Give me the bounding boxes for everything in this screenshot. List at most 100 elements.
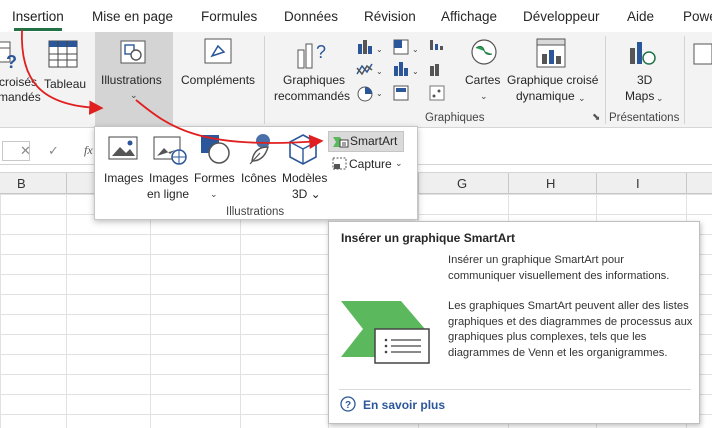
tab-power[interactable]: Powe [683, 9, 712, 24]
maps-label: Cartes [465, 73, 501, 87]
chevron-down-icon[interactable]: ⌄ [376, 67, 383, 76]
illustrations-button[interactable]: Illustrations ⌄ [95, 32, 173, 126]
pivot-table-button[interactable]: ? [0, 36, 30, 76]
online-picture-icon [153, 136, 187, 165]
tab-mise-en-page[interactable]: Mise en page [92, 9, 173, 24]
tab-formules[interactable]: Formules [201, 9, 257, 24]
shapes-label: Formes [194, 171, 235, 185]
chevron-down-icon[interactable]: ⌄ [376, 45, 383, 54]
smartart-icon [333, 137, 349, 148]
shapes-icon [201, 135, 230, 164]
scatter-chart-icon[interactable] [429, 85, 445, 101]
hierarchy-chart-icon[interactable] [393, 39, 409, 55]
column-header-b[interactable]: B [17, 176, 26, 191]
column-header-i[interactable]: I [636, 176, 640, 191]
3d-maps-label-1: 3D [637, 73, 653, 87]
tooltip-details: Les graphiques SmartArt peuvent aller de… [448, 300, 693, 359]
grid-line [66, 194, 67, 428]
confirm-icon[interactable]: ✓ [48, 143, 59, 159]
column-chart-icon[interactable] [358, 40, 372, 54]
smartart-preview-icon [341, 301, 430, 364]
function-icon[interactable]: fx [84, 143, 93, 158]
3d-maps-button[interactable]: 3D Maps ⌄ [608, 32, 678, 108]
dialog-launcher-icon[interactable]: ⬊ [592, 112, 600, 123]
illustrations-chevron-icon: ⌄ [130, 90, 138, 100]
screenshot-label: Capture [349, 157, 392, 171]
3d-models-button[interactable]: Modèles 3D ⌄ [281, 133, 327, 203]
statistic-chart-icon[interactable] [394, 62, 408, 76]
screenshot-chevron-icon: ⌄ [395, 158, 403, 168]
tooltip-divider [339, 389, 691, 390]
column-header-h[interactable]: H [546, 176, 555, 191]
complements-button[interactable]: Compléments [178, 32, 260, 102]
pie-chart-icon[interactable] [357, 86, 373, 102]
recommended-charts-icon: ? [297, 42, 326, 69]
images-label: Images [104, 171, 144, 185]
tooltip-title: Insérer un graphique SmartArt [341, 231, 516, 245]
tab-developpeur[interactable]: Développeur [523, 9, 600, 24]
maps-chevron-icon: ⌄ [480, 91, 488, 101]
table-label: Tableau [44, 77, 87, 91]
online-images-button[interactable]: Images en ligne [145, 133, 193, 201]
combo-chart-icon[interactable] [430, 64, 439, 76]
surface-chart-icon[interactable] [393, 85, 409, 101]
online-images-label-1: Images [149, 171, 189, 185]
table-button[interactable]: Tableau [42, 36, 88, 96]
tooltip-description: Insérer un graphique SmartArt pour commu… [448, 254, 670, 282]
chart-types-gallery: ⌄ ⌄ ⌄ ⌄ ⌄ [356, 39, 445, 102]
complements-label: Compléments [181, 73, 256, 87]
tab-donnees[interactable]: Données [284, 9, 338, 24]
online-images-label-2: en ligne [147, 187, 190, 201]
grid-line [240, 194, 241, 428]
icons-button[interactable]: Icônes [239, 133, 281, 197]
tab-affichage[interactable]: Affichage [441, 9, 497, 24]
3d-cube-icon [289, 134, 317, 165]
illustrations-icon [120, 40, 146, 64]
column-divider [418, 173, 419, 194]
screenshot-button[interactable]: Capture ⌄ [331, 155, 407, 175]
icons-label: Icônes [241, 171, 277, 185]
tab-insertion[interactable]: Insertion [12, 9, 64, 24]
group-label-charts: Graphiques [425, 112, 485, 124]
help-icon[interactable]: ? [340, 396, 356, 412]
cancel-icon[interactable]: ✕ [20, 143, 31, 159]
divider [264, 36, 265, 124]
tab-aide[interactable]: Aide [627, 9, 654, 24]
3d-maps-icon [630, 42, 656, 65]
pivot-chart-label-2: dynamique [516, 89, 575, 103]
recommended-charts-label-2: recommandés [274, 89, 351, 103]
3d-maps-label-2: Maps [625, 89, 655, 103]
svg-text:?: ? [316, 42, 326, 62]
pivot-table-label-2: mandés [0, 90, 41, 104]
recommended-charts-button[interactable]: ? Graphiques recommandés [272, 32, 356, 108]
pivot-chart-icon [536, 38, 566, 68]
sparkline-icon[interactable] [693, 42, 712, 66]
column-header-g[interactable]: G [457, 176, 467, 191]
picture-icon [108, 136, 138, 160]
pivot-chart-chevron-icon: ⌄ [578, 93, 586, 103]
smartart-label: SmartArt [350, 134, 398, 148]
maps-button[interactable]: Cartes ⌄ [462, 32, 506, 108]
images-button[interactable]: Images [101, 133, 147, 197]
divider [605, 36, 606, 124]
tab-revision[interactable]: Révision [364, 9, 416, 24]
chevron-down-icon[interactable]: ⌄ [412, 45, 419, 54]
pivot-chart-label-1: Graphique croisé [507, 73, 599, 87]
ribbon-tabs: Insertion Mise en page Formules Données … [0, 0, 712, 32]
smartart-button[interactable]: SmartArt [328, 131, 404, 152]
pivot-table-label-1: croisés [0, 75, 38, 89]
globe-icon [471, 39, 497, 65]
3d-models-label-2: 3D ⌄ [292, 187, 321, 201]
chevron-down-icon[interactable]: ⌄ [412, 67, 419, 76]
shapes-button[interactable]: Formes ⌄ [193, 133, 237, 203]
chevron-down-icon[interactable]: ⌄ [376, 89, 383, 98]
illustrations-dropdown: Images Images en ligne Formes ⌄ Icônes M… [94, 126, 418, 220]
smartart-tooltip: Insérer un graphique SmartArt Insérer un… [328, 221, 700, 424]
learn-more-link[interactable]: En savoir plus [363, 398, 445, 412]
line-chart-icon[interactable] [356, 63, 373, 76]
waterfall-chart-icon[interactable] [430, 40, 443, 50]
svg-text:?: ? [345, 400, 351, 411]
pivot-chart-button[interactable]: Graphique croisé dynamique ⌄ [506, 32, 598, 108]
ribbon: ? croisés mandés Tableau Illustrations ⌄… [0, 32, 712, 128]
addins-icon [204, 38, 232, 64]
